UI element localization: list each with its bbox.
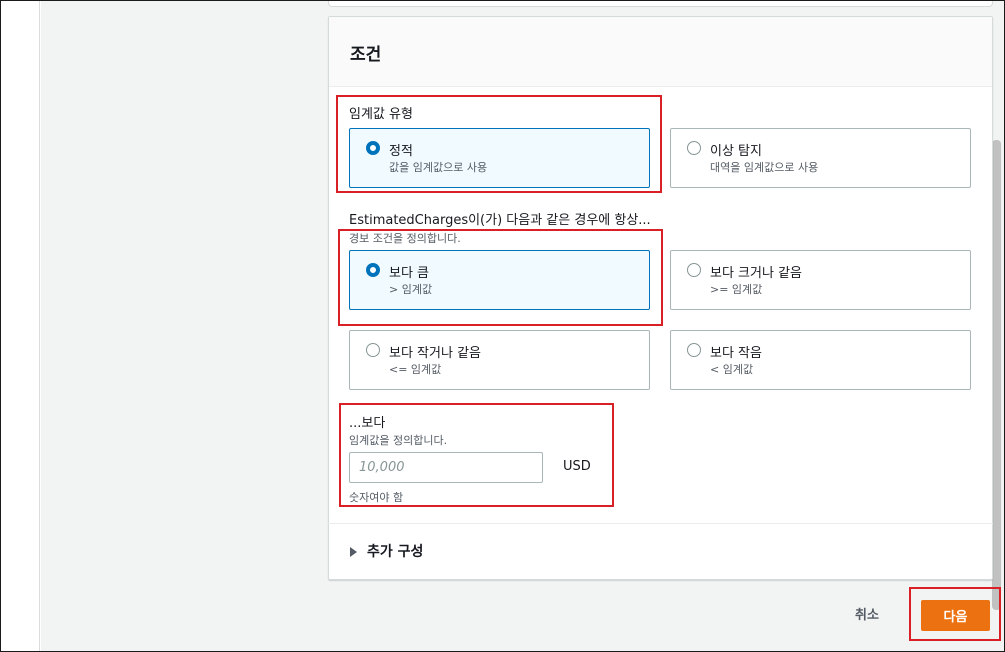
- currency-unit: USD: [563, 459, 591, 474]
- greater-title: 보다 큼: [389, 266, 430, 281]
- less-radio[interactable]: [687, 343, 701, 357]
- condition-less-tile[interactable]: 보다 작음 < 임계값: [670, 330, 971, 390]
- cancel-button[interactable]: 취소: [855, 604, 879, 623]
- static-description: 값을 임계값으로 사용: [389, 161, 488, 174]
- less-title: 보다 작음: [710, 346, 762, 361]
- next-button[interactable]: 다음: [921, 600, 990, 631]
- condition-label: EstimatedCharges이(가) 다음과 같은 경우에 항상...: [349, 213, 651, 228]
- anomaly-radio[interactable]: [687, 141, 701, 155]
- less-description: < 임계값: [710, 363, 754, 376]
- greater-equal-description: >= 임계값: [710, 283, 763, 296]
- previous-card-edge: [328, 1, 993, 7]
- condition-description: 경보 조건을 정의합니다.: [349, 232, 461, 245]
- threshold-type-label: 임계값 유형: [349, 107, 413, 122]
- threshold-type-anomaly-tile[interactable]: 이상 탐지 대역을 임계값으로 사용: [670, 128, 971, 188]
- static-title: 정적: [389, 144, 413, 159]
- additional-config-expander[interactable]: 추가 구성: [350, 541, 423, 561]
- condition-less-equal-tile[interactable]: 보다 작거나 같음 <= 임계값: [349, 330, 650, 390]
- static-radio[interactable]: [366, 141, 380, 155]
- greater-description: > 임계값: [389, 283, 433, 296]
- section-divider: [328, 523, 993, 524]
- panel-header: 조건: [329, 17, 992, 87]
- greater-equal-radio[interactable]: [687, 263, 701, 277]
- threshold-value-input[interactable]: [349, 452, 543, 483]
- panel-title: 조건: [350, 45, 382, 65]
- threshold-value-description: 임계값을 정의합니다.: [349, 434, 448, 447]
- less-equal-title: 보다 작거나 같음: [389, 346, 481, 361]
- less-equal-description: <= 임계값: [389, 363, 442, 376]
- anomaly-description: 대역을 임계값으로 사용: [710, 161, 819, 174]
- caret-right-icon: [350, 547, 357, 557]
- additional-config-label: 추가 구성: [367, 544, 424, 560]
- scrollbar[interactable]: [992, 140, 1001, 610]
- left-navigation-rail: [1, 1, 40, 651]
- anomaly-title: 이상 탐지: [710, 144, 762, 159]
- threshold-constraint-text: 숫자여야 함: [349, 491, 404, 504]
- threshold-value-label: ...보다: [349, 416, 386, 431]
- condition-greater-tile[interactable]: 보다 큼 > 임계값: [349, 250, 650, 310]
- greater-radio[interactable]: [366, 263, 380, 277]
- less-equal-radio[interactable]: [366, 343, 380, 357]
- greater-equal-title: 보다 크거나 같음: [710, 266, 802, 281]
- condition-greater-equal-tile[interactable]: 보다 크거나 같음 >= 임계값: [670, 250, 971, 310]
- threshold-type-static-tile[interactable]: 정적 값을 임계값으로 사용: [349, 128, 650, 188]
